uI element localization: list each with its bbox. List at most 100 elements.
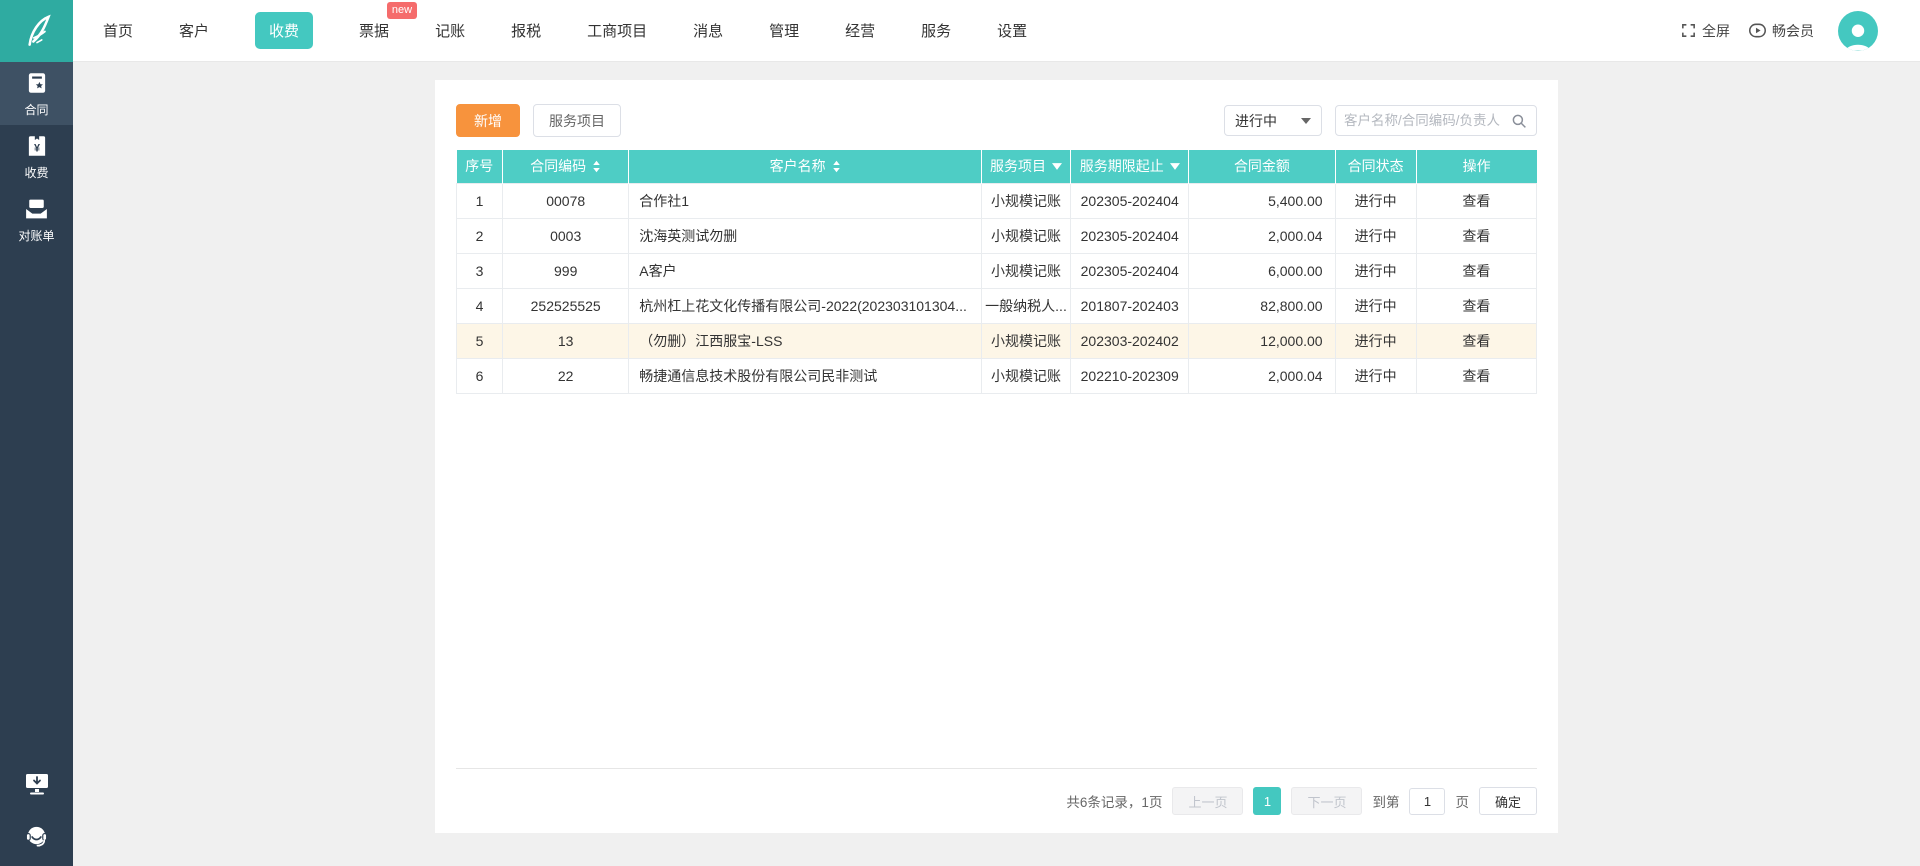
column-label: 操作 bbox=[1462, 158, 1491, 175]
cell-action: 查看 bbox=[1415, 217, 1538, 254]
logo[interactable] bbox=[0, 0, 73, 62]
nav-item-10[interactable]: 服务 bbox=[921, 12, 951, 49]
cell-action: 查看 bbox=[1415, 357, 1538, 394]
nav-item-label: 报税 bbox=[511, 23, 542, 40]
cell-seq: 1 bbox=[455, 182, 504, 219]
cell-service: 小规模记账 bbox=[980, 252, 1072, 289]
column-label: 合同编码 bbox=[530, 158, 587, 175]
cell-customer: （勿删）江西服宝-LSS bbox=[628, 322, 982, 359]
service-items-button[interactable]: 服务项目 bbox=[533, 104, 621, 137]
sidebar-item-label: 对账单 bbox=[18, 228, 55, 243]
nav-item-6[interactable]: 工商项目 bbox=[587, 12, 647, 49]
table-row: 1 00078 合作社1 小规模记账 202305-202404 5,400.00 进行中 查… bbox=[455, 182, 1538, 219]
table-row: 6 22 畅捷通信息技术股份有限公司民非测试 小规模记账 202210-202309 2,… bbox=[455, 357, 1538, 394]
cell-status: 进行中 bbox=[1334, 357, 1417, 394]
sort-icon bbox=[832, 160, 841, 173]
filter-caret-icon bbox=[1169, 162, 1180, 170]
table-row: 4 252525525 杭州杠上花文化传播有限公司-2022(20230310130… bbox=[455, 287, 1538, 324]
cell-service: 小规模记账 bbox=[980, 217, 1072, 254]
nav-item-3[interactable]: 票据 new bbox=[359, 2, 418, 49]
nav-item-11[interactable]: 设置 bbox=[997, 12, 1027, 49]
content-card: 新增 服务项目 进行中 客户名称/合同编码/负责人 序号 合同编码 客户名称 服… bbox=[435, 80, 1558, 833]
sidebar-items: 合同 ¥ 收费对账单 bbox=[0, 62, 73, 251]
sidebar-item-2[interactable]: 对账单 bbox=[0, 188, 73, 251]
prev-page-button[interactable]: 上一页 bbox=[1172, 787, 1244, 815]
cell-action: 查看 bbox=[1415, 182, 1538, 219]
view-link[interactable]: 查看 bbox=[1462, 333, 1490, 349]
nav-item-1[interactable]: 客户 bbox=[179, 12, 209, 49]
nav-item-7[interactable]: 消息 bbox=[693, 12, 723, 49]
nav-item-9[interactable]: 经营 bbox=[845, 12, 875, 49]
nav-item-8[interactable]: 管理 bbox=[769, 12, 799, 49]
toolbar: 新增 服务项目 进行中 bbox=[456, 104, 1537, 137]
cell-seq: 4 bbox=[455, 287, 504, 324]
cell-customer: 畅捷通信息技术股份有限公司民非测试 bbox=[628, 357, 982, 394]
column-header-3[interactable]: 服务项目 bbox=[981, 150, 1072, 183]
search-icon[interactable] bbox=[1510, 112, 1528, 130]
column-label: 客户名称 bbox=[769, 158, 826, 175]
nav-item-label: 首页 bbox=[103, 23, 134, 40]
nav-item-label: 服务 bbox=[921, 23, 952, 40]
cell-action: 查看 bbox=[1415, 287, 1538, 324]
cell-code: 999 bbox=[502, 252, 630, 289]
nav-items: 首页 客户 收费 票据 new 记账 报税 工商项目 消息 管理 经营 服务 设置 bbox=[103, 2, 1027, 49]
cell-amount: 2,000.04 bbox=[1188, 217, 1336, 254]
cell-customer: 沈海英测试勿删 bbox=[628, 217, 982, 254]
nav-item-4[interactable]: 记账 bbox=[435, 12, 465, 49]
nav-item-0[interactable]: 首页 bbox=[103, 12, 133, 49]
column-header-0: 序号 bbox=[456, 150, 504, 183]
search-input[interactable] bbox=[1344, 113, 1510, 128]
member-play-icon bbox=[1748, 22, 1767, 39]
fullscreen-button[interactable]: 全屏 bbox=[1680, 21, 1730, 41]
cell-customer: A客户 bbox=[628, 252, 982, 289]
column-label: 服务期限起止 bbox=[1079, 158, 1164, 175]
nav-item-label: 记账 bbox=[435, 23, 466, 40]
column-label: 合同金额 bbox=[1233, 158, 1290, 175]
nav-item-label: 工商项目 bbox=[587, 23, 648, 40]
new-badge: new bbox=[386, 2, 418, 19]
filter-caret-icon bbox=[1052, 162, 1063, 170]
view-link[interactable]: 查看 bbox=[1462, 298, 1490, 314]
member-label: 畅会员 bbox=[1772, 22, 1814, 39]
cell-service: 小规模记账 bbox=[980, 357, 1072, 394]
goto-page-input[interactable] bbox=[1409, 787, 1446, 815]
table-body: 1 00078 合作社1 小规模记账 202305-202404 5,400.00 进行中查… bbox=[455, 182, 1538, 394]
cell-period: 201807-202403 bbox=[1070, 287, 1190, 324]
cell-period: 202303-202402 bbox=[1070, 322, 1190, 359]
cell-service: 小规模记账 bbox=[980, 322, 1072, 359]
cell-status: 进行中 bbox=[1334, 182, 1417, 219]
nav-item-label: 消息 bbox=[693, 23, 724, 40]
cell-code: 13 bbox=[502, 322, 630, 359]
add-button[interactable]: 新增 bbox=[456, 104, 520, 137]
customer-service-icon[interactable] bbox=[23, 823, 50, 850]
svg-text:¥: ¥ bbox=[33, 142, 39, 154]
column-header-1[interactable]: 合同编码 bbox=[502, 150, 630, 183]
cell-code: 0003 bbox=[502, 217, 630, 254]
nav-item-5[interactable]: 报税 bbox=[511, 12, 541, 49]
sidebar-item-1[interactable]: ¥ 收费 bbox=[0, 125, 73, 188]
next-page-button[interactable]: 下一页 bbox=[1291, 787, 1363, 815]
view-link[interactable]: 查看 bbox=[1462, 368, 1490, 384]
confirm-button[interactable]: 确定 bbox=[1478, 787, 1537, 815]
status-filter-select[interactable]: 进行中 bbox=[1224, 105, 1322, 136]
view-link[interactable]: 查看 bbox=[1462, 193, 1490, 209]
navbar-right: 全屏 畅会员 bbox=[1680, 10, 1878, 51]
view-link[interactable]: 查看 bbox=[1462, 263, 1490, 279]
fee-icon: ¥ bbox=[24, 133, 50, 159]
sidebar-item-label: 收费 bbox=[24, 165, 49, 180]
column-label: 序号 bbox=[465, 158, 494, 175]
cell-status: 进行中 bbox=[1334, 322, 1417, 359]
contracts-table-wrap: 序号 合同编码 客户名称 服务项目 服务期限起止 合同金额 合同状态 操作 1 00078 合作社… bbox=[455, 150, 1538, 394]
member-button[interactable]: 畅会员 bbox=[1748, 21, 1814, 41]
sidebar-item-0[interactable]: 合同 bbox=[0, 62, 73, 125]
column-header-4[interactable]: 服务期限起止 bbox=[1070, 150, 1190, 183]
avatar[interactable] bbox=[1838, 10, 1878, 51]
left-sidebar: 合同 ¥ 收费对账单 bbox=[0, 62, 73, 866]
column-header-2[interactable]: 客户名称 bbox=[628, 150, 982, 183]
page-number-button[interactable]: 1 bbox=[1253, 787, 1282, 815]
nav-item-2[interactable]: 收费 bbox=[255, 12, 314, 49]
cell-period: 202305-202404 bbox=[1070, 217, 1190, 254]
download-client-icon[interactable] bbox=[23, 771, 51, 797]
view-link[interactable]: 查看 bbox=[1462, 228, 1490, 244]
cell-amount: 82,800.00 bbox=[1188, 287, 1336, 324]
